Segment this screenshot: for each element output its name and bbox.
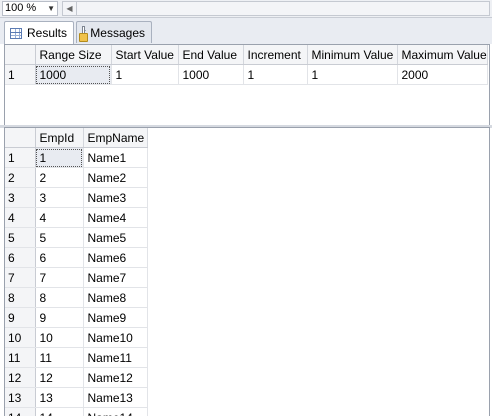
table-row[interactable]: 8 8 Name8 xyxy=(5,287,148,308)
scroll-left-icon[interactable]: ◀ xyxy=(63,2,77,15)
row-number[interactable]: 11 xyxy=(5,347,36,368)
table-cell[interactable]: 11 xyxy=(35,347,84,368)
zoom-toolbar: 100 % ▼ ◀ xyxy=(0,0,492,18)
table-cell[interactable]: 1 xyxy=(307,64,398,85)
table-row[interactable]: 6 6 Name6 xyxy=(5,247,148,268)
table-cell[interactable]: Name6 xyxy=(83,247,148,268)
chevron-down-icon[interactable]: ▼ xyxy=(47,2,55,15)
table-row[interactable]: 13 13 Name13 xyxy=(5,387,148,408)
result-table-1: Range Size Start Value End Value Increme… xyxy=(5,45,488,85)
row-number[interactable]: 12 xyxy=(5,367,36,388)
table-row[interactable]: 9 9 Name9 xyxy=(5,307,148,328)
tab-results[interactable]: Results xyxy=(4,21,74,44)
table-cell[interactable]: 13 xyxy=(35,387,84,408)
row-number-header[interactable] xyxy=(5,128,36,148)
table-cell[interactable]: 12 xyxy=(35,367,84,388)
table-cell[interactable]: 6 xyxy=(35,247,84,268)
table-cell[interactable]: 1 xyxy=(35,147,84,168)
row-number[interactable]: 9 xyxy=(5,307,36,328)
column-header[interactable]: Start Value xyxy=(111,45,179,65)
table-cell[interactable]: 4 xyxy=(35,207,84,228)
column-header[interactable]: EmpName xyxy=(83,128,148,148)
table-cell[interactable]: Name8 xyxy=(83,287,148,308)
table-row[interactable]: 14 14 Name14 xyxy=(5,407,148,416)
row-number[interactable]: 14 xyxy=(5,407,36,416)
table-cell[interactable]: 9 xyxy=(35,307,84,328)
result-grid-1[interactable]: Range Size Start Value End Value Increme… xyxy=(4,44,490,126)
table-cell[interactable]: 14 xyxy=(35,407,84,416)
messages-icon xyxy=(79,25,89,42)
table-cell[interactable]: Name10 xyxy=(83,327,148,348)
table-row[interactable]: 12 12 Name12 xyxy=(5,367,148,388)
horizontal-scrollbar[interactable]: ◀ xyxy=(62,1,490,16)
row-number[interactable]: 5 xyxy=(5,227,36,248)
results-tabstrip: Results Messages xyxy=(0,18,492,44)
column-header[interactable]: Range Size xyxy=(35,45,112,65)
result-grid-2[interactable]: EmpId EmpName 1 1 Name1 2 2 Name2 3 3 Na… xyxy=(4,127,490,416)
column-header[interactable]: Maximum Value xyxy=(397,45,488,65)
table-cell[interactable]: 2 xyxy=(35,167,84,188)
table-cell[interactable]: 7 xyxy=(35,267,84,288)
header-row: Range Size Start Value End Value Increme… xyxy=(5,45,488,65)
tab-messages[interactable]: Messages xyxy=(76,21,152,43)
table-cell[interactable]: Name9 xyxy=(83,307,148,328)
table-cell[interactable]: 2000 xyxy=(397,64,488,85)
table-cell[interactable]: Name2 xyxy=(83,167,148,188)
table-cell[interactable]: Name13 xyxy=(83,387,148,408)
row-number[interactable]: 2 xyxy=(5,167,36,188)
table-row[interactable]: 5 5 Name5 xyxy=(5,227,148,248)
table-row[interactable]: 1 1000 1 1000 1 1 2000 xyxy=(5,64,488,85)
table-row[interactable]: 2 2 Name2 xyxy=(5,167,148,188)
result-table-2: EmpId EmpName 1 1 Name1 2 2 Name2 3 3 Na… xyxy=(5,128,148,416)
tab-results-label: Results xyxy=(26,26,67,40)
column-header[interactable]: End Value xyxy=(178,45,244,65)
table-cell[interactable]: 1 xyxy=(243,64,308,85)
row-number[interactable]: 1 xyxy=(5,147,36,168)
row-number[interactable]: 7 xyxy=(5,267,36,288)
row-number[interactable]: 6 xyxy=(5,247,36,268)
row-number[interactable]: 4 xyxy=(5,207,36,228)
table-row[interactable]: 1 1 Name1 xyxy=(5,147,148,168)
table-cell[interactable]: Name14 xyxy=(83,407,148,416)
table-cell[interactable]: 3 xyxy=(35,187,84,208)
table-cell[interactable]: 1000 xyxy=(35,64,112,85)
table-cell[interactable]: Name7 xyxy=(83,267,148,288)
table-row[interactable]: 3 3 Name3 xyxy=(5,187,148,208)
row-number-header[interactable] xyxy=(5,45,36,65)
table-cell[interactable]: Name5 xyxy=(83,227,148,248)
table-cell[interactable]: Name4 xyxy=(83,207,148,228)
table-cell[interactable]: 1 xyxy=(111,64,179,85)
table-cell[interactable]: 10 xyxy=(35,327,84,348)
zoom-value: 100 % xyxy=(5,2,37,14)
table-row[interactable]: 10 10 Name10 xyxy=(5,327,148,348)
table-cell[interactable]: Name1 xyxy=(83,147,148,168)
tab-messages-label: Messages xyxy=(90,25,145,40)
table-cell[interactable]: 8 xyxy=(35,287,84,308)
table-cell[interactable]: Name11 xyxy=(83,347,148,368)
table-row[interactable]: 11 11 Name11 xyxy=(5,347,148,368)
table-cell[interactable]: 5 xyxy=(35,227,84,248)
row-number[interactable]: 8 xyxy=(5,287,36,308)
table-cell[interactable]: Name12 xyxy=(83,367,148,388)
grid-icon xyxy=(10,27,22,39)
header-row: EmpId EmpName xyxy=(5,128,148,148)
table-cell[interactable]: Name3 xyxy=(83,187,148,208)
row-number[interactable]: 10 xyxy=(5,327,36,348)
table-row[interactable]: 4 4 Name4 xyxy=(5,207,148,228)
row-number[interactable]: 3 xyxy=(5,187,36,208)
zoom-dropdown[interactable]: 100 % ▼ xyxy=(2,1,58,16)
table-row[interactable]: 7 7 Name7 xyxy=(5,267,148,288)
row-number[interactable]: 1 xyxy=(5,64,36,85)
column-header[interactable]: Minimum Value xyxy=(307,45,398,65)
table-cell[interactable]: 1000 xyxy=(178,64,244,85)
row-number[interactable]: 13 xyxy=(5,387,36,408)
column-header[interactable]: EmpId xyxy=(35,128,84,148)
column-header[interactable]: Increment xyxy=(243,45,308,65)
